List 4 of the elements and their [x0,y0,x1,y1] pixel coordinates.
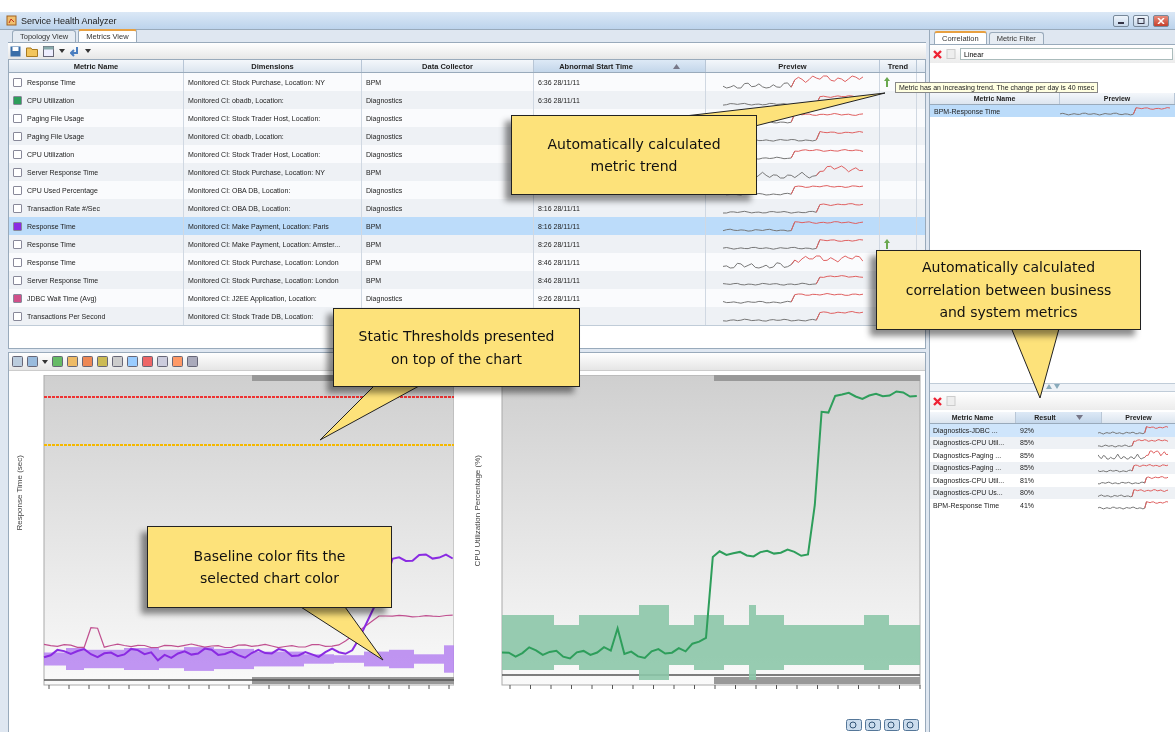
axis-title: CPU Utilization Percentage (%) [473,455,482,567]
callout-tooltip: Automatically calculated metric trend [511,115,757,195]
window-title: Service Health Analyzer [21,15,117,26]
axis-title: Response Time (sec) [15,455,24,531]
